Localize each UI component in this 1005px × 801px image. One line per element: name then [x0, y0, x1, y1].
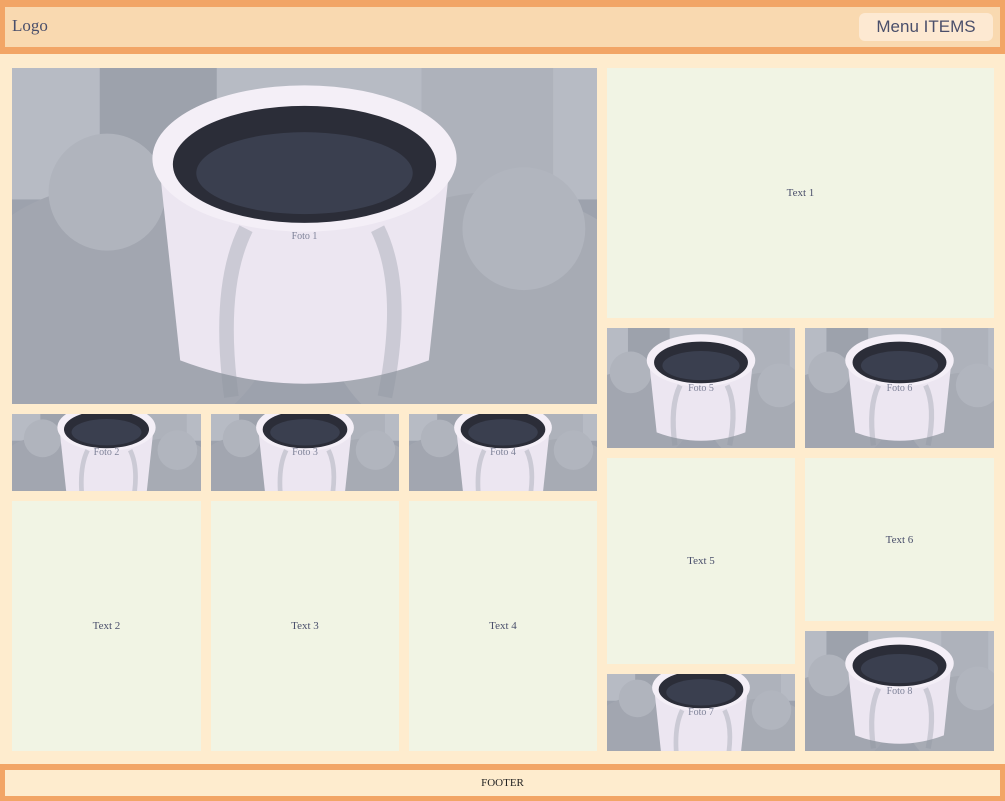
header-inner: Logo Menu ITEMS — [5, 7, 1000, 47]
text-tile-label: Text 4 — [489, 620, 517, 632]
photo-caption: Foto 5 — [688, 382, 714, 394]
photo-2: Foto 2 — [12, 414, 201, 491]
photo-caption: Foto 4 — [490, 447, 516, 458]
text-tile-label: Text 6 — [885, 533, 914, 546]
text-tile-label: Text 2 — [92, 620, 121, 632]
text-tile-label: Text 5 — [687, 555, 715, 567]
text-tile-6: Text 6 — [805, 458, 994, 621]
photo-3: Foto 3 — [211, 414, 399, 491]
text-tile-2: Text 2 — [12, 501, 201, 751]
photo-caption: Foto 3 — [292, 447, 318, 458]
photo-caption: Foto 2 — [93, 447, 120, 458]
footer-label: FOOTER — [481, 777, 524, 789]
text-tile-label: Text 3 — [291, 620, 319, 632]
footer-inner: FOOTER — [5, 770, 1000, 796]
photo-caption: Foto 8 — [886, 685, 913, 697]
text-tile-3: Text 3 — [211, 501, 399, 751]
text-tile-4: Text 4 — [409, 501, 597, 751]
text-tile-1: Text 1 — [607, 68, 994, 318]
logo[interactable]: Logo — [12, 16, 48, 36]
photo-1: Foto 1 — [12, 68, 597, 404]
footer-bar: FOOTER — [0, 764, 1005, 801]
text-tile-5: Text 5 — [607, 458, 795, 664]
menu-items-button[interactable]: Menu ITEMS — [859, 13, 993, 41]
photo-caption: Foto 6 — [886, 382, 913, 394]
header-bar: Logo Menu ITEMS — [0, 0, 1005, 54]
photo-caption: Foto 7 — [688, 707, 714, 718]
photo-8: Foto 8 — [805, 631, 994, 751]
photo-caption: Foto 1 — [291, 230, 318, 242]
photo-6: Foto 6 — [805, 328, 994, 448]
photo-5: Foto 5 — [607, 328, 795, 448]
photo-7: Foto 7 — [607, 674, 795, 751]
text-tile-label: Text 1 — [786, 187, 815, 199]
photo-4: Foto 4 — [409, 414, 597, 491]
